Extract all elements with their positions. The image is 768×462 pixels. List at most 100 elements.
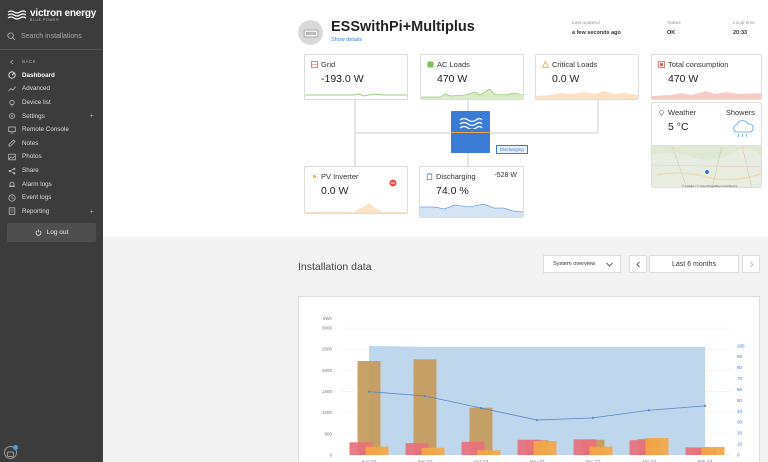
consumption-icon xyxy=(658,61,665,68)
back-label: BACK xyxy=(22,59,37,65)
status-value: OK xyxy=(667,30,676,36)
sidebar-item-event-logs[interactable]: Event logs xyxy=(0,191,103,205)
pv-inverter-card[interactable]: PV Inverter 0.0 W xyxy=(304,166,408,214)
y2-tick-label: 0 xyxy=(737,453,740,458)
y2-tick-label: 60 xyxy=(737,387,743,392)
sidebar-item-device-list[interactable]: Device list xyxy=(0,96,103,110)
page-title: ESSwithPi+Multiplus xyxy=(331,19,475,35)
critical-loads-card[interactable]: Critical Loads 0.0 W xyxy=(535,54,639,100)
sidebar-item-label: Settings xyxy=(22,112,45,120)
logout-button[interactable]: Log out xyxy=(7,223,96,242)
y2-tick-label: 40 xyxy=(737,409,743,414)
line-point xyxy=(535,418,539,422)
battery-card[interactable]: Discharging -528 W 74.0 % xyxy=(419,166,524,218)
grid-icon xyxy=(311,61,318,68)
logout-label: Log out xyxy=(46,229,69,236)
grid-title: Grid xyxy=(321,60,336,69)
show-details-link[interactable]: Show details xyxy=(331,37,362,43)
sidebar: victron energy BLUE POWER Search install… xyxy=(0,0,103,462)
line-point xyxy=(591,416,595,419)
sidebar-item-photos[interactable]: Photos xyxy=(0,150,103,164)
inverter-device-icon xyxy=(303,29,318,37)
y-tick-label: 1000 xyxy=(322,410,333,415)
battery-icon xyxy=(426,173,433,180)
y-tick-label: 2500 xyxy=(322,347,333,352)
line-point xyxy=(479,406,483,410)
sidebar-item-advanced[interactable]: Advanced xyxy=(0,82,103,96)
weather-condition: Showers xyxy=(725,108,755,117)
prev-period-button[interactable] xyxy=(629,255,647,273)
total-consumption-sparkline xyxy=(652,91,761,99)
chat-icon xyxy=(7,451,14,457)
device-list-icon xyxy=(8,99,16,107)
view-select[interactable]: System overview xyxy=(543,255,621,273)
warning-icon xyxy=(542,61,549,68)
sidebar-item-notes[interactable]: Notes xyxy=(0,137,103,151)
sidebar-item-label: Device list xyxy=(22,99,51,107)
back-link[interactable]: BACK xyxy=(0,55,103,69)
status-label: Status xyxy=(667,21,681,26)
location-map[interactable]: © Leaflet | © OpenStreetMap contributors xyxy=(652,145,762,188)
sidebar-item-label: Advanced xyxy=(22,85,51,93)
y2-tick-label: 30 xyxy=(737,420,743,425)
chat-button[interactable] xyxy=(4,445,18,459)
sidebar-item-label: Alarm logs xyxy=(22,180,52,188)
grid-sparkline xyxy=(305,93,407,97)
sidebar-item-remote-console[interactable]: Remote Console xyxy=(0,123,103,137)
total-consumption-card[interactable]: Total consumption 470 W xyxy=(651,54,762,100)
share-icon xyxy=(8,167,16,175)
next-period-button[interactable] xyxy=(742,255,760,273)
y-axis-label: kWh xyxy=(323,316,332,321)
expand-plus-icon[interactable]: + xyxy=(89,111,94,120)
search-icon xyxy=(7,31,16,40)
y2-tick-label: 80 xyxy=(737,365,743,370)
inverter-divider xyxy=(451,132,490,133)
victron-logo[interactable]: victron energy BLUE POWER xyxy=(7,8,96,22)
y-tick-label: 3000 xyxy=(322,326,333,331)
sidebar-item-label: Dashboard xyxy=(22,71,55,79)
pv-inverter-value: 0.0 W xyxy=(321,185,349,197)
notes-icon xyxy=(8,139,16,147)
weather-card[interactable]: Weather 5 °C Showers © Leaflet | © OpenS… xyxy=(651,102,762,188)
installation-chart: kWh 0 500 1000 1500 2000 2500 3000 0 10 20 30 40 50… xyxy=(322,316,745,462)
battery-sparkline xyxy=(420,203,523,217)
disconnected-icon xyxy=(389,179,397,187)
search-input[interactable]: Search installations xyxy=(21,33,82,40)
sidebar-item-settings[interactable]: Settings + xyxy=(0,109,103,123)
search-bar[interactable]: Search installations xyxy=(7,30,99,42)
expand-plus-icon[interactable]: + xyxy=(89,207,94,216)
grid-card[interactable]: Grid -193.0 W xyxy=(304,54,408,100)
inverter-state-badge: Discharging xyxy=(496,145,528,154)
y-tick-label: 2000 xyxy=(322,368,333,373)
advanced-icon xyxy=(8,85,16,93)
line-point xyxy=(423,394,427,398)
sun-icon xyxy=(311,173,318,180)
sidebar-item-share[interactable]: Share xyxy=(0,164,103,178)
sidebar-item-label: Reporting xyxy=(22,207,50,215)
battery-power: -528 W xyxy=(494,172,517,179)
divider xyxy=(0,49,103,50)
last-updated-label: Last updated xyxy=(572,21,600,26)
location-marker-icon[interactable] xyxy=(704,169,710,175)
period-display[interactable]: Last 6 months xyxy=(649,255,739,273)
weather-title: Weather xyxy=(668,108,697,117)
chevron-down-icon xyxy=(606,262,613,267)
sidebar-item-dashboard[interactable]: Dashboard xyxy=(0,69,103,83)
sidebar-item-alarm-logs[interactable]: Alarm logs xyxy=(0,177,103,191)
ac-loads-card[interactable]: AC Loads 470 W xyxy=(420,54,524,100)
bar xyxy=(365,446,389,455)
arrow-left-icon xyxy=(8,58,16,66)
sidebar-item-label: Notes xyxy=(22,139,39,147)
sidebar-item-reporting[interactable]: Reporting + xyxy=(0,205,103,219)
pv-inverter-title: PV Inverter xyxy=(321,172,359,181)
ac-loads-sparkline xyxy=(421,88,523,99)
chevron-right-icon xyxy=(749,261,754,267)
chevron-left-icon xyxy=(635,261,640,267)
sidebar-item-label: Photos xyxy=(22,153,42,161)
logo-waves-icon xyxy=(7,10,27,20)
sidebar-item-label: Remote Console xyxy=(22,126,69,134)
inverter-box[interactable] xyxy=(451,111,490,153)
alarm-logs-icon xyxy=(8,180,16,188)
y2-tick-label: 100 xyxy=(737,343,745,348)
bar xyxy=(701,446,725,455)
